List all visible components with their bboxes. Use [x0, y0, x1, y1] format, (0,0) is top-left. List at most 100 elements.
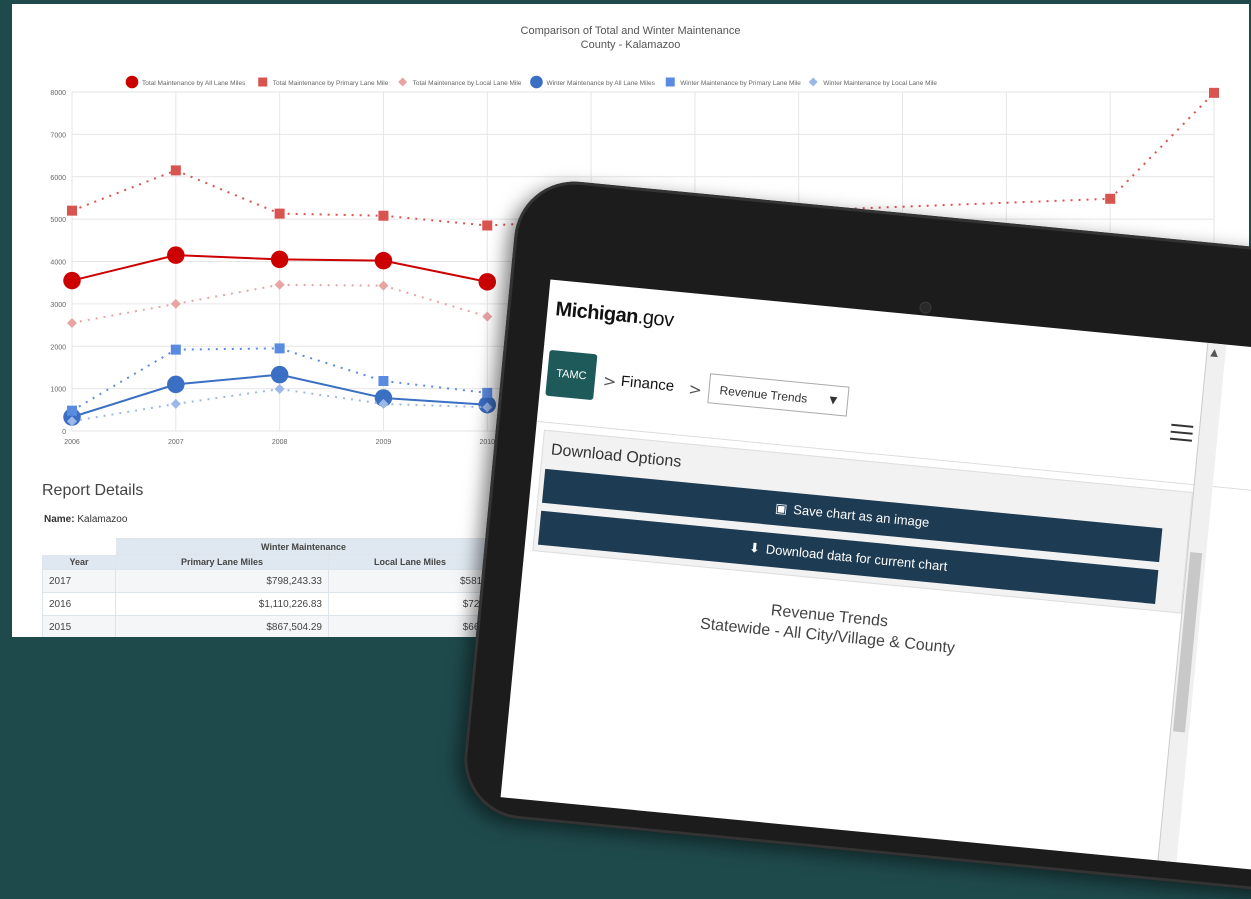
download-options-title: Download Options: [550, 441, 683, 471]
x-tick-label: 2010: [479, 439, 495, 446]
data-point: [482, 387, 493, 398]
series-line-segment: [383, 380, 488, 394]
legend-label: Winter Maintenance by Local Lane Mile: [823, 80, 937, 87]
table-group-header: Winter Maintenance: [115, 538, 492, 555]
y-tick-label: 5000: [50, 217, 66, 224]
data-point: [167, 375, 185, 394]
series-line-segment: [175, 388, 280, 405]
legend-marker: [258, 77, 268, 87]
dropdown-caret-icon: ▼: [828, 394, 838, 407]
cell-local: $722: [328, 592, 492, 616]
col-year: Year: [42, 554, 116, 570]
camera-icon: [918, 301, 932, 315]
data-point: [270, 365, 289, 384]
data-point: [170, 298, 181, 309]
data-point: [378, 280, 389, 291]
data-point: [270, 250, 289, 269]
series-line-segment: [175, 254, 280, 261]
breadcrumb-chevron-icon: >: [602, 371, 618, 392]
hamburger-menu-icon[interactable]: [1169, 423, 1194, 442]
series-line-segment: [71, 383, 177, 418]
data-point: [1105, 193, 1116, 204]
table-blank-header: [42, 538, 116, 555]
download-button-label: Download data for current chart: [765, 541, 948, 574]
series-line-segment: [279, 283, 384, 287]
legend-marker: [808, 77, 818, 87]
data-point: [478, 273, 497, 291]
legend-label: Winter Maintenance by Primary Lane Mile: [680, 80, 801, 87]
series-line-segment: [71, 254, 177, 282]
brand-suffix: .gov: [636, 306, 675, 332]
series-line-segment: [175, 347, 280, 351]
col-local: Local Lane Miles: [328, 554, 492, 570]
data-point: [67, 405, 77, 416]
michigan-gov-logo[interactable]: Michigan.gov: [554, 298, 675, 332]
series-line-segment: [71, 302, 176, 324]
x-tick-label: 2008: [272, 439, 288, 446]
y-tick-label: 2000: [50, 344, 66, 351]
data-point: [378, 210, 389, 221]
name-label: Name:: [44, 514, 75, 525]
data-point: [170, 165, 181, 176]
y-tick-label: 6000: [50, 175, 66, 182]
series-line-segment: [279, 258, 384, 262]
data-point: [482, 220, 493, 231]
x-tick-label: 2006: [64, 439, 80, 446]
table-row: 2016 $1,110,226.83 $722: [42, 592, 492, 616]
breadcrumb-finance[interactable]: Finance: [620, 373, 675, 395]
series-line-segment: [383, 396, 488, 406]
report-type-select[interactable]: Revenue Trends ▼: [707, 373, 850, 417]
cell-year: 2016: [42, 592, 116, 616]
data-point: [482, 311, 493, 322]
series-line-segment: [175, 283, 280, 305]
series-line-segment: [279, 373, 384, 399]
data-point: [1209, 87, 1219, 98]
data-point: [167, 246, 185, 264]
data-point: [274, 208, 285, 219]
data-point: [67, 205, 77, 216]
series-line-segment: [383, 284, 488, 318]
save-button-label: Save chart as an image: [792, 501, 931, 530]
legend-label: Total Maintenance by Primary Lane Mile: [273, 80, 389, 87]
series-line-segment: [279, 388, 384, 405]
download-icon: ⬇: [748, 540, 761, 557]
data-point: [170, 344, 181, 355]
cell-local: $665: [328, 615, 492, 637]
cell-local: $581,: [328, 569, 492, 593]
series-line-segment: [383, 214, 488, 227]
report-details-heading: Report Details: [42, 482, 144, 499]
name-value: Kalamazoo: [77, 514, 128, 525]
cell-year: 2015: [42, 615, 116, 637]
tablet-screen: Michigan.gov TAMC > Finance > Revenue Tr…: [500, 279, 1251, 870]
legend-label: Total Maintenance by Local Lane Mile: [413, 80, 522, 87]
y-tick-label: 8000: [50, 90, 66, 97]
table-row: 2015 $867,504.29 $665: [42, 615, 492, 637]
legend-label: Winter Maintenance by All Lane Miles: [546, 80, 655, 87]
table-row: 2017 $798,243.33 $581,: [42, 569, 492, 593]
y-tick-label: 1000: [50, 387, 66, 394]
image-icon: ▣: [774, 501, 789, 518]
cell-primary: $867,504.29: [115, 615, 329, 637]
data-point: [378, 375, 389, 386]
data-point: [67, 317, 77, 328]
breadcrumb-chevron-icon: >: [687, 379, 703, 400]
tablet-device: Michigan.gov TAMC > Finance > Revenue Tr…: [458, 176, 1251, 899]
legend-marker: [530, 75, 543, 89]
y-tick-label: 0: [62, 429, 66, 436]
cell-primary: $1,110,226.83: [115, 592, 329, 616]
x-tick-label: 2007: [168, 439, 184, 446]
scroll-up-arrow-icon[interactable]: ▲: [1210, 347, 1219, 359]
select-value: Revenue Trends: [718, 383, 808, 406]
tamc-logo[interactable]: TAMC: [545, 349, 598, 401]
y-tick-label: 7000: [50, 132, 66, 139]
series-line-segment: [1109, 92, 1215, 200]
data-point: [274, 384, 285, 395]
legend-marker: [665, 77, 675, 87]
y-tick-label: 4000: [50, 260, 66, 267]
series-line-segment: [279, 347, 384, 382]
brand-main: Michigan: [554, 298, 639, 329]
col-primary: Primary Lane Miles: [115, 554, 329, 570]
data-point: [374, 251, 393, 270]
report-table: Winter Maintenance Year Primary Lane Mil…: [42, 538, 492, 637]
series-line-segment: [175, 373, 280, 386]
